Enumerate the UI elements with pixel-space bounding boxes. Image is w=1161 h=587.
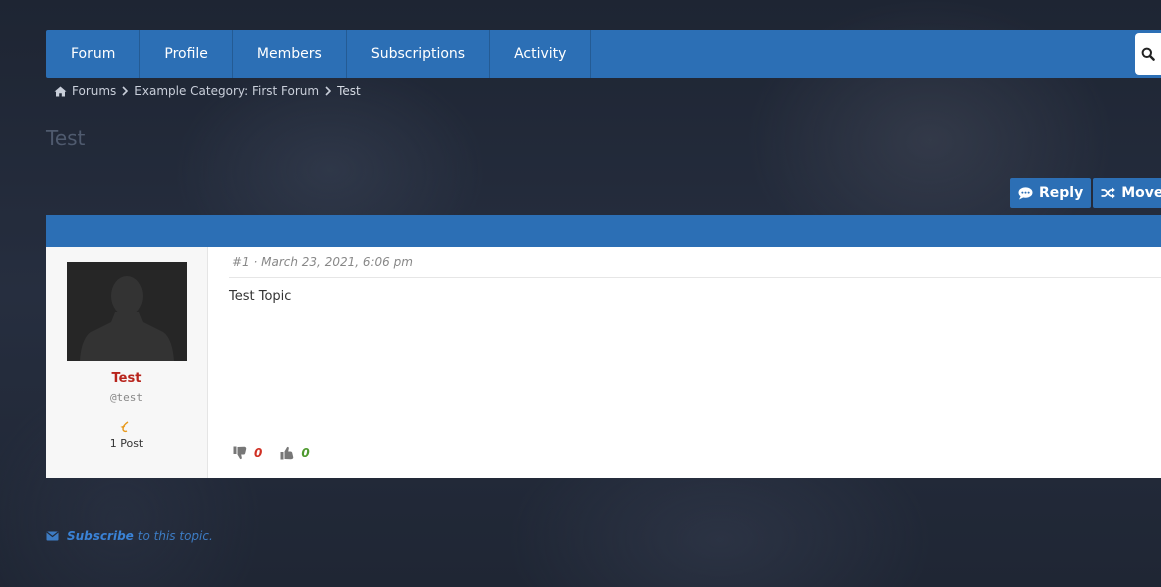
- subscribe-line: Subscribe to this topic.: [46, 529, 213, 543]
- nav-item-subscriptions[interactable]: Subscriptions: [347, 30, 491, 78]
- move-label: Move: [1121, 185, 1161, 201]
- reply-label: Reply: [1039, 185, 1084, 201]
- comment-icon: [1018, 186, 1033, 199]
- envelope-icon: [46, 531, 59, 541]
- subscribe-text: to this topic.: [137, 529, 213, 543]
- thumbs-down-icon: [233, 446, 247, 460]
- nav-item-activity[interactable]: Activity: [490, 30, 592, 78]
- nav-label: Forum: [71, 46, 116, 62]
- avatar[interactable]: [67, 262, 187, 361]
- breadcrumb-category[interactable]: Example Category: First Forum: [134, 84, 319, 98]
- post-meta[interactable]: #1 · March 23, 2021, 6:06 pm: [232, 255, 413, 269]
- nav-label: Activity: [514, 46, 567, 62]
- post-author: Test @test 1 Post: [46, 247, 208, 478]
- subscribe-link[interactable]: Subscribe: [67, 529, 134, 543]
- post-divider: [229, 277, 1161, 278]
- reply-button[interactable]: Reply: [1010, 178, 1092, 208]
- page-title: Test: [46, 126, 86, 150]
- thumbs-up-icon: [280, 446, 294, 460]
- main-navigation: Forum Profile Members Subscriptions Acti…: [46, 30, 1161, 78]
- chevron-right-icon: [325, 86, 332, 96]
- post-content: #1 · March 23, 2021, 6:06 pm Test Topic …: [208, 247, 1161, 478]
- topic-actions: Reply Move: [1010, 178, 1161, 208]
- post-text: Test Topic: [229, 289, 292, 304]
- author-handle: @test: [109, 391, 144, 404]
- post: Test @test 1 Post #1 · March 23, 2021, 6…: [46, 247, 1161, 478]
- breadcrumb-current: Test: [337, 84, 361, 98]
- author-name[interactable]: Test: [46, 371, 207, 386]
- breadcrumb: Forums Example Category: First Forum Tes…: [54, 83, 361, 99]
- shuffle-icon: [1101, 187, 1116, 199]
- home-icon[interactable]: [54, 86, 67, 97]
- breadcrumb-forums[interactable]: Forums: [72, 84, 116, 98]
- chevron-right-icon: [122, 86, 129, 96]
- search-icon: [1141, 47, 1155, 61]
- nav-item-forum[interactable]: Forum: [46, 30, 141, 78]
- nav-item-profile[interactable]: Profile: [140, 30, 233, 78]
- nav-label: Members: [256, 46, 322, 62]
- author-post-count: 1 Post: [109, 437, 144, 450]
- post-votes: 0 0: [233, 446, 328, 460]
- nav-label: Profile: [164, 46, 208, 62]
- move-button[interactable]: Move: [1093, 178, 1161, 208]
- rank-icon: [119, 418, 133, 437]
- vote-down-button[interactable]: 0: [233, 446, 262, 460]
- vote-up-button[interactable]: 0: [280, 446, 310, 460]
- vote-down-count: 0: [254, 446, 263, 460]
- nav-label: Subscriptions: [370, 46, 466, 62]
- nav-item-members[interactable]: Members: [233, 30, 347, 78]
- topic-header-bar: [46, 215, 1161, 247]
- search-button[interactable]: [1135, 33, 1161, 75]
- avatar-silhouette-icon: [67, 262, 187, 361]
- vote-up-count: 0: [301, 446, 310, 460]
